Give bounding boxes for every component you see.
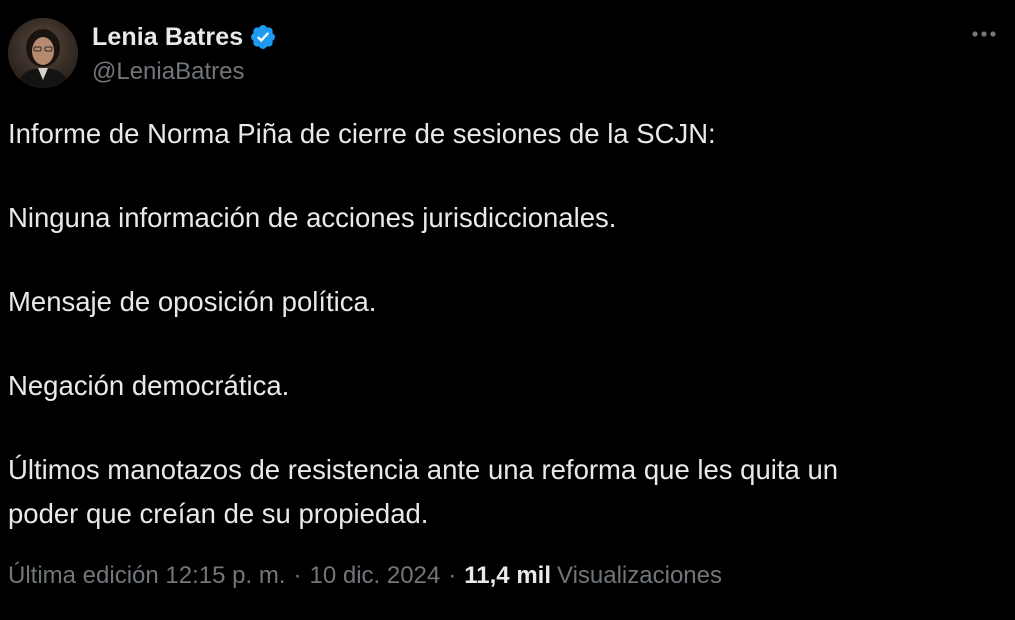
tweet-line: Últimos manotazos de resistencia ante un…	[8, 454, 839, 485]
tweet-paragraph: Informe de Norma Piña de cierre de sesio…	[8, 118, 716, 149]
tweet-meta: Última edición 12:15 p. m. · 10 dic. 202…	[8, 562, 722, 590]
author-handle[interactable]: @LeniaBatres	[92, 58, 277, 86]
verified-badge-icon	[249, 23, 277, 51]
avatar[interactable]	[8, 18, 78, 88]
tweet-card: Lenia Batres @LeniaBatres Informe de Nor…	[0, 0, 1015, 620]
meta-separator: ·	[448, 562, 457, 589]
tweet-line: poder que creían de su propiedad.	[8, 498, 429, 529]
tweet-paragraph: Mensaje de oposición política.	[8, 286, 377, 317]
tweet-paragraph-last: Últimos manotazos de resistencia ante un…	[8, 448, 998, 536]
edited-label[interactable]: Última edición	[8, 562, 159, 590]
author-names: Lenia Batres @LeniaBatres	[92, 20, 277, 86]
avatar-image	[8, 18, 78, 88]
tweet-paragraph: Ninguna información de acciones jurisdic…	[8, 202, 617, 233]
tweet-paragraph: Negación democrática.	[8, 370, 290, 401]
views-label[interactable]: Visualizaciones	[557, 562, 722, 590]
views-count[interactable]: 11,4 mil	[464, 562, 551, 590]
tweet-time[interactable]: 12:15 p. m.	[165, 562, 285, 590]
tweet-date[interactable]: 10 dic. 2024	[309, 562, 440, 590]
tweet-text: Informe de Norma Piña de cierre de sesio…	[8, 112, 998, 576]
display-name[interactable]: Lenia Batres	[92, 23, 243, 52]
tweet-header: Lenia Batres @LeniaBatres	[8, 18, 1007, 90]
more-horizontal-icon[interactable]	[967, 22, 1001, 46]
display-name-row: Lenia Batres	[92, 20, 277, 54]
meta-separator: ·	[293, 562, 302, 589]
